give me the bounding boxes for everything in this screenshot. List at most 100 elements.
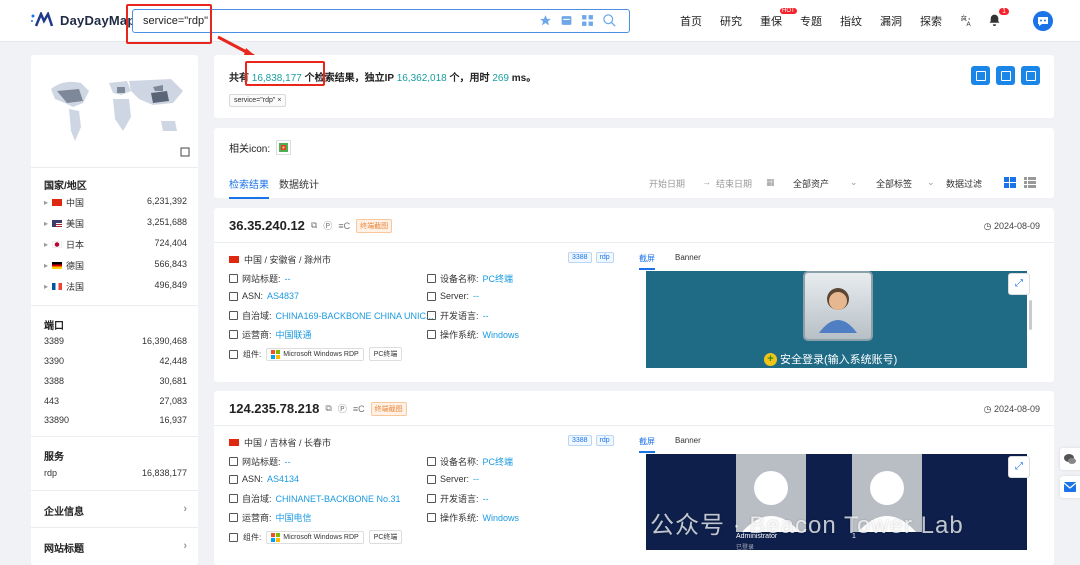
- close-icon[interactable]: ×: [277, 97, 281, 104]
- start-date-input[interactable]: 开始日期: [649, 177, 685, 190]
- search-icon[interactable]: [602, 13, 617, 31]
- expand-icon[interactable]: ⤢: [1008, 456, 1030, 478]
- copy-icon[interactable]: ⧉: [325, 403, 331, 414]
- grid-view-icon[interactable]: [1004, 177, 1016, 190]
- os-value[interactable]: Windows: [483, 330, 520, 340]
- asn-icon: [229, 291, 238, 301]
- ip-icon[interactable]: Ⓟ: [323, 219, 332, 232]
- component-tag[interactable]: Microsoft Windows RDP: [266, 347, 364, 361]
- nav-research[interactable]: 研究: [720, 13, 742, 29]
- country-row[interactable]: ▸ 美国 3,251,688: [44, 217, 187, 230]
- scrollbar[interactable]: [1029, 300, 1032, 330]
- template-icon[interactable]: [560, 14, 573, 30]
- port-row[interactable]: 33890 16,937: [44, 415, 187, 425]
- port-row[interactable]: 3388 30,681: [44, 376, 187, 386]
- copy-icon[interactable]: ⧉: [311, 220, 317, 231]
- isp-value[interactable]: 中国电信: [276, 511, 312, 524]
- feedback-float-button[interactable]: [1060, 476, 1080, 498]
- ip-address[interactable]: 124.235.78.218: [229, 401, 319, 416]
- country-row[interactable]: ▸ 法国 496,849: [44, 280, 187, 293]
- component-tag[interactable]: Microsoft Windows RDP: [266, 530, 364, 544]
- end-date-input[interactable]: 结束日期: [716, 177, 752, 190]
- user-icon: [819, 288, 857, 333]
- chat-float-button[interactable]: [1060, 448, 1080, 470]
- ip-address[interactable]: 36.35.240.12: [229, 218, 305, 233]
- tab-data-stats[interactable]: 数据统计: [279, 176, 319, 199]
- download-button[interactable]: [1021, 66, 1040, 85]
- port-row[interactable]: 443 27,083: [44, 396, 187, 406]
- clock-icon: ◷: [983, 404, 992, 414]
- nav-fingerprint[interactable]: 指纹: [840, 13, 862, 29]
- field-label: 设备名称:: [440, 457, 479, 467]
- port-row[interactable]: 3390 42,448: [44, 356, 187, 366]
- service-row[interactable]: rdp 16,838,177: [44, 468, 187, 478]
- chevron-right-icon: ▸: [44, 240, 49, 249]
- nav-topics[interactable]: 专题: [800, 13, 822, 29]
- tab-banner[interactable]: Banner: [675, 436, 701, 453]
- device-value[interactable]: PC终端: [483, 272, 514, 285]
- port-tag[interactable]: 3388: [568, 435, 592, 446]
- port-tag[interactable]: 3388: [568, 252, 592, 263]
- grid-icon[interactable]: [581, 14, 594, 30]
- device-value[interactable]: PC终端: [483, 455, 514, 468]
- star-icon[interactable]: [539, 14, 552, 30]
- translate-icon[interactable]: 文A: [960, 13, 974, 30]
- ip-icon[interactable]: Ⓟ: [338, 402, 347, 415]
- tab-banner[interactable]: Banner: [675, 253, 701, 270]
- menu-company-info[interactable]: 企业信息 ›: [44, 503, 187, 518]
- field-label: ASN:: [242, 291, 264, 301]
- tab-search-results[interactable]: 检索结果: [229, 176, 269, 199]
- menu-site-title[interactable]: 网站标题 ›: [44, 540, 187, 555]
- data-filter-select[interactable]: 数据过滤: [946, 177, 982, 190]
- field-label: 自治域:: [242, 494, 272, 504]
- component-tag[interactable]: PC终端: [368, 347, 403, 361]
- world-map[interactable]: [43, 69, 191, 157]
- tags-select[interactable]: 全部标签: [876, 177, 912, 190]
- component-tag[interactable]: PC终端: [368, 530, 403, 544]
- calendar-icon[interactable]: ▦: [766, 177, 775, 188]
- code-icon[interactable]: ≡C: [353, 404, 365, 414]
- notification-bell[interactable]: 1: [988, 7, 1009, 30]
- query-chip[interactable]: service="rdp" ×: [229, 94, 287, 107]
- site-title-value: --: [284, 273, 291, 284]
- isp-value[interactable]: 中国联通: [276, 328, 312, 341]
- protocol-tag[interactable]: rdp: [595, 252, 614, 263]
- related-icon[interactable]: [276, 140, 292, 155]
- rdp-screenshot[interactable]: + 安全登录(输入系统账号): [646, 271, 1027, 368]
- export-report-button[interactable]: [971, 66, 990, 85]
- country-count: 724,404: [154, 238, 187, 248]
- nav-explore[interactable]: 探索: [920, 13, 942, 29]
- expand-icon[interactable]: ⤢: [1008, 273, 1030, 295]
- nav-vulnerability[interactable]: 漏洞: [880, 13, 902, 29]
- field-label: 运营商:: [242, 513, 272, 523]
- divider: [31, 490, 198, 491]
- asn-value[interactable]: AS4134: [267, 474, 299, 484]
- list-view-icon[interactable]: [1024, 177, 1036, 190]
- country-title: 国家/地区: [44, 181, 87, 192]
- login-text: + 安全登录(输入系统账号): [764, 351, 897, 367]
- server-icon: [427, 291, 436, 301]
- logo-icon: [30, 10, 54, 28]
- country-row[interactable]: ▸ 德国 566,843: [44, 259, 187, 272]
- assets-select[interactable]: 全部资产: [793, 177, 829, 190]
- country-row[interactable]: ▸ 日本 724,404: [44, 238, 187, 251]
- as-value[interactable]: CHINANET-BACKBONE No.31: [276, 494, 401, 504]
- as-value[interactable]: CHINA169-BACKBONE CHINA UNIC...: [276, 311, 434, 321]
- os-value[interactable]: Windows: [483, 513, 520, 523]
- asn-value[interactable]: AS4837: [267, 291, 299, 301]
- search-input[interactable]: service="rdp": [143, 15, 208, 27]
- nav-protection[interactable]: 重保 HOT: [760, 8, 797, 29]
- component-name: Microsoft Windows RDP: [283, 350, 359, 358]
- port-row[interactable]: 3389 16,390,468: [44, 336, 187, 346]
- save-folder-button[interactable]: [996, 66, 1015, 85]
- nav-home[interactable]: 首页: [680, 13, 702, 29]
- tab-screenshot[interactable]: 截屏: [639, 253, 655, 270]
- user-avatar[interactable]: [1033, 11, 1053, 31]
- search-bar[interactable]: service="rdp": [132, 9, 630, 33]
- port-count: 16,390,468: [141, 336, 187, 346]
- country-row[interactable]: ▸ 中国 6,231,392: [44, 196, 187, 209]
- code-icon[interactable]: ≡C: [338, 221, 350, 231]
- logo[interactable]: DayDayMap: [30, 10, 136, 28]
- protocol-tag[interactable]: rdp: [595, 435, 614, 446]
- tab-screenshot[interactable]: 截屏: [639, 436, 655, 453]
